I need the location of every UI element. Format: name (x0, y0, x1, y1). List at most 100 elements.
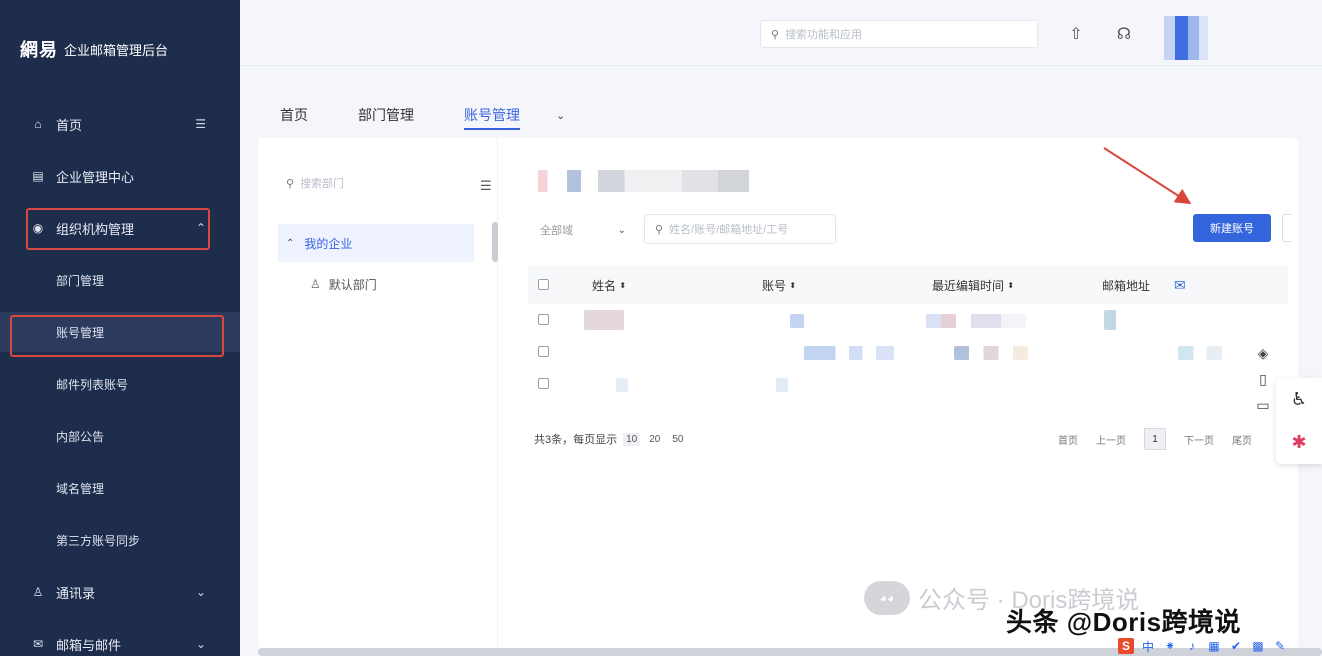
page-size-50[interactable]: 50 (669, 433, 686, 446)
page-tabs: 首页 部门管理 账号管理 ⌄ (280, 100, 615, 130)
search-icon: ⚲ (655, 223, 664, 236)
microphone-icon[interactable]: ♪ (1184, 638, 1200, 654)
column-header-name[interactable]: 姓名 ⬍ (592, 266, 626, 304)
avatar[interactable] (1164, 16, 1208, 60)
column-header-edit-time[interactable]: 最近编辑时间 ⬍ (932, 266, 1014, 304)
chevron-up-icon[interactable]: ⌃ (286, 238, 294, 249)
mail-icon: ✉ (32, 637, 44, 651)
redacted-time (954, 346, 1028, 360)
grid-icon: ▤ (32, 169, 44, 183)
punctuation-icon[interactable]: ⁕ (1162, 638, 1178, 654)
accessibility-icon[interactable]: ♿ (1276, 378, 1322, 421)
search-placeholder: 搜索部门 (300, 178, 345, 190)
sogou-ime-icon[interactable]: S (1118, 638, 1134, 654)
page-size-selector: 共3条，每页显示 10 20 50 (534, 430, 687, 448)
sidebar-item-label: 部门管理 (56, 273, 105, 288)
highlight-box-org (26, 208, 210, 250)
sidebar-item-contacts[interactable]: ♙ 通讯录 ⌄ (0, 572, 240, 612)
watermark-toutiao: 头条 @Doris跨境说 (1006, 607, 1242, 637)
toolbox-icon[interactable]: ▩ (1250, 638, 1266, 654)
tree-node-default-dept[interactable]: ♙ 默认部门 (310, 272, 377, 296)
tab-dept[interactable]: 部门管理 (358, 100, 414, 130)
menu-icon[interactable]: ☰ (480, 178, 492, 194)
redacted-name (584, 310, 624, 330)
sidebar-item-label: 第三方账号同步 (56, 533, 141, 548)
upgrade-icon[interactable]: ⇧ (1064, 22, 1088, 46)
tab-accounts[interactable]: 账号管理 (464, 100, 520, 130)
support-headset-icon[interactable]: ☊ (1112, 22, 1136, 46)
row-checkbox[interactable] (538, 346, 549, 357)
user-icon: ♙ (310, 277, 321, 291)
book-icon[interactable]: ▭ (1246, 392, 1280, 418)
page-size-20[interactable]: 20 (646, 433, 663, 446)
page-size-10[interactable]: 10 (623, 432, 641, 446)
sidebar-item-label: 内部公告 (56, 429, 105, 444)
float-toolbar: ◈ ▯ ▭ (1246, 340, 1280, 418)
assistant-icon[interactable]: ✱ (1276, 421, 1322, 464)
column-header-email[interactable]: 邮箱地址 (1102, 266, 1150, 304)
chevron-down-icon: ⌄ (195, 585, 206, 599)
dept-search-input[interactable]: ⚲ 搜索部门 (278, 170, 468, 196)
redacted-time (926, 314, 1026, 328)
chevron-down-icon[interactable]: ⌄ (556, 100, 565, 130)
row-checkbox[interactable] (538, 314, 549, 325)
keyboard-icon[interactable]: ▦ (1206, 638, 1222, 654)
more-actions-button[interactable] (1282, 214, 1292, 242)
sidebar-item-home[interactable]: ⌂ 首页 ☰ (0, 104, 240, 144)
tree-node-label: 默认部门 (328, 277, 377, 292)
netease-logo: 網易 (20, 40, 58, 61)
prev-page-button[interactable]: 上一页 (1096, 432, 1126, 447)
table-row[interactable] (528, 368, 1288, 400)
redacted-email (1178, 346, 1222, 360)
global-search-input[interactable]: ⚲ 搜索功能和应用 (760, 20, 1038, 48)
skin-icon[interactable]: ✔ (1228, 638, 1244, 654)
current-page[interactable]: 1 (1144, 428, 1166, 450)
chevron-down-icon: ⌄ (617, 224, 626, 236)
ime-chinese-icon[interactable]: 中 (1140, 638, 1156, 654)
row-checkbox[interactable] (538, 378, 549, 389)
collapse-menu-icon[interactable]: ☰ (195, 117, 206, 131)
layers-icon[interactable]: ◈ (1246, 340, 1280, 366)
pagination: 首页 上一页 1 下一页 尾页 (1058, 428, 1252, 450)
table-row[interactable] (528, 336, 1288, 368)
sidebar-subitem-domain[interactable]: 域名管理 (0, 468, 240, 508)
column-label: 账号 (762, 278, 787, 293)
first-page-button[interactable]: 首页 (1058, 432, 1078, 447)
tree-scrollbar[interactable] (492, 222, 498, 262)
table-header: 姓名 ⬍ 账号 ⬍ 最近编辑时间 ⬍ 邮箱地址 ✉ (528, 266, 1288, 304)
tab-home[interactable]: 首页 (280, 100, 308, 130)
sidebar-item-label: 邮箱与邮件 (56, 637, 122, 653)
redacted-email (1104, 310, 1116, 330)
redacted-account (804, 346, 894, 360)
column-header-account[interactable]: 账号 ⬍ (762, 266, 796, 304)
sort-icon: ⬍ (619, 280, 627, 290)
sidebar-subitem-maillist[interactable]: 邮件列表账号 (0, 364, 240, 404)
sidebar-item-label: 域名管理 (56, 481, 105, 496)
sidebar-subitem-dept[interactable]: 部门管理 (0, 260, 240, 300)
column-label: 姓名 (592, 278, 617, 293)
highlight-box-accounts (10, 315, 224, 357)
sidebar-subitem-sync[interactable]: 第三方账号同步 (0, 520, 240, 560)
chevron-down-icon: ⌄ (195, 637, 206, 651)
mail-column-icon[interactable]: ✉ (1174, 266, 1186, 304)
sidebar-subitem-notice[interactable]: 内部公告 (0, 416, 240, 456)
last-page-button[interactable]: 尾页 (1232, 432, 1252, 447)
select-all-checkbox[interactable] (538, 279, 549, 290)
settings-icon[interactable]: ✎ (1272, 638, 1288, 654)
doc-icon[interactable]: ▯ (1246, 366, 1280, 392)
sidebar-item-mailbox[interactable]: ✉ 邮箱与邮件 ⌄ (0, 624, 240, 656)
account-search-input[interactable]: ⚲ 姓名/账号/邮箱地址/工号 (644, 214, 836, 244)
enterprise-name-redacted (538, 170, 778, 192)
tree-node-root[interactable]: ⌃ 我的企业 (278, 224, 474, 262)
system-tray: S 中 ⁕ ♪ ▦ ✔ ▩ ✎ (1118, 636, 1298, 656)
next-page-button[interactable]: 下一页 (1184, 432, 1214, 447)
table-row[interactable] (528, 304, 1288, 336)
sidebar-item-enterprise-center[interactable]: ▤ 企业管理中心 (0, 156, 240, 196)
side-float-widget: ♿ ✱ (1276, 378, 1322, 464)
sidebar-item-label: 企业管理中心 (56, 169, 135, 185)
redacted-account (790, 314, 804, 328)
sort-icon: ⬍ (789, 280, 797, 290)
new-account-button[interactable]: 新建账号 (1193, 214, 1271, 242)
domain-filter-select[interactable]: 全部域 ⌄ (530, 216, 634, 244)
brand[interactable]: 網易 企业邮箱管理后台 (20, 36, 168, 62)
